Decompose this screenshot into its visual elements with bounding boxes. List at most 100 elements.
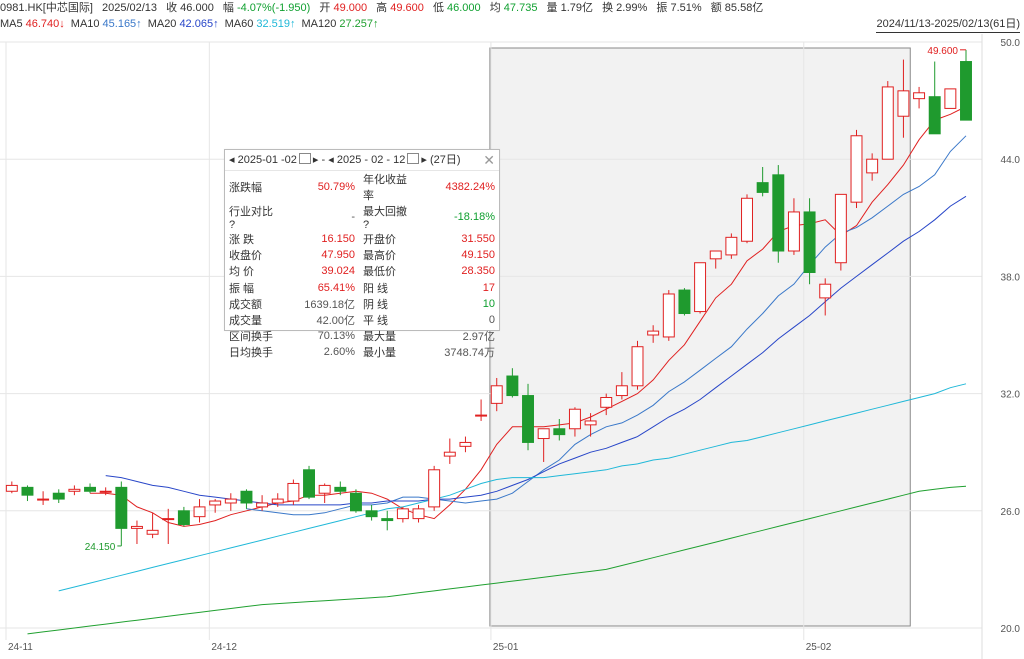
- candle[interactable]: [709, 250, 722, 260]
- selection-range[interactable]: [489, 47, 911, 627]
- ma-legend-item[interactable]: MA10 45.165↑: [71, 16, 142, 32]
- candle[interactable]: [694, 262, 707, 313]
- stat-value: 28.350: [461, 265, 495, 278]
- date-range-label[interactable]: 2024/11/13-2025/02/13(61日): [876, 16, 1020, 33]
- kline-chart[interactable]: 50.0 44.0 38.0 32.0 26.0 20.0 24-11 24-12 25-01 2…: [0, 34, 1024, 659]
- stat-label: 振 幅: [229, 282, 255, 295]
- candle[interactable]: [725, 236, 738, 256]
- candle[interactable]: [897, 90, 910, 117]
- candle[interactable]: [303, 469, 315, 498]
- candle[interactable]: [866, 158, 879, 174]
- next-end-icon[interactable]: ▸: [421, 154, 427, 166]
- x-tick-label: 25-01: [493, 642, 519, 653]
- prev-end-icon[interactable]: ◂: [328, 154, 334, 166]
- candle[interactable]: [146, 529, 159, 535]
- candle[interactable]: [130, 525, 143, 529]
- stat-value: 10: [482, 297, 495, 310]
- turnover-field: 换 2.99%: [602, 0, 647, 16]
- candle[interactable]: [960, 61, 972, 121]
- next-start-icon[interactable]: ▸: [313, 154, 319, 166]
- candle[interactable]: [84, 486, 97, 492]
- ma-label: MA120: [301, 18, 337, 30]
- candle[interactable]: [177, 510, 190, 525]
- candle[interactable]: [412, 508, 425, 520]
- candle[interactable]: [584, 420, 597, 426]
- ma-legend-item[interactable]: MA20 42.065↑: [148, 16, 219, 32]
- candle[interactable]: [52, 492, 65, 500]
- candle[interactable]: [772, 174, 785, 252]
- candle[interactable]: [522, 395, 534, 443]
- candle[interactable]: [615, 385, 628, 397]
- candle[interactable]: [193, 506, 206, 518]
- candle[interactable]: [850, 135, 863, 203]
- candle[interactable]: [803, 211, 816, 273]
- candle[interactable]: [631, 346, 644, 387]
- candle[interactable]: [162, 518, 175, 521]
- calendar-icon[interactable]: [298, 153, 311, 164]
- candle[interactable]: [21, 486, 34, 496]
- stats-row: 振 幅 65.41% 阳 线 17: [225, 280, 499, 296]
- calendar-icon[interactable]: [407, 153, 420, 164]
- candle[interactable]: [819, 283, 832, 299]
- candle[interactable]: [913, 92, 926, 100]
- candle[interactable]: [881, 86, 894, 160]
- turnover-value: 2.99%: [616, 2, 648, 14]
- stat-value: 31.550: [461, 233, 495, 246]
- close-icon[interactable]: ✕: [483, 150, 495, 170]
- candle[interactable]: [662, 293, 675, 338]
- candle[interactable]: [68, 488, 81, 492]
- candle[interactable]: [443, 451, 456, 457]
- candle[interactable]: [396, 508, 409, 520]
- change-field: 幅 -4.07%(-1.950): [223, 0, 310, 16]
- candle[interactable]: [271, 498, 284, 504]
- open-label: 开: [319, 2, 331, 14]
- stock-symbol[interactable]: 0981.HK[中芯国际]: [0, 0, 93, 16]
- ma-legend: MA5 46.740↓ MA10 45.165↑ MA20 42.065↑ MA60 32.5…: [0, 16, 1024, 32]
- candle[interactable]: [475, 414, 488, 417]
- candle[interactable]: [318, 484, 331, 494]
- candle[interactable]: [928, 96, 941, 135]
- candle[interactable]: [600, 397, 613, 408]
- candle[interactable]: [756, 182, 769, 193]
- stat-label: 成交额: [229, 298, 262, 311]
- candle[interactable]: [428, 469, 441, 508]
- stat-label: 最高价: [363, 250, 396, 263]
- candle[interactable]: [287, 482, 300, 502]
- candle[interactable]: [647, 330, 660, 336]
- candle[interactable]: [240, 490, 253, 504]
- candle[interactable]: [365, 510, 378, 518]
- ma-legend-item[interactable]: MA60 32.519↑: [225, 16, 296, 32]
- candle[interactable]: [209, 500, 222, 506]
- candle[interactable]: [37, 498, 50, 501]
- candle[interactable]: [381, 518, 394, 522]
- turnover-label: 换: [602, 2, 614, 14]
- candle[interactable]: [944, 88, 957, 109]
- open-value: 49.000: [333, 2, 368, 14]
- candle[interactable]: [115, 486, 128, 529]
- candle[interactable]: [678, 289, 691, 315]
- candle[interactable]: [5, 484, 18, 492]
- stat-value: 2.97亿: [462, 331, 495, 344]
- candle[interactable]: [537, 428, 550, 440]
- ma-legend-item[interactable]: MA120 27.257↑: [302, 16, 379, 32]
- candle[interactable]: [459, 441, 472, 447]
- candle[interactable]: [834, 193, 847, 264]
- candle[interactable]: [256, 502, 269, 508]
- prev-start-icon[interactable]: ◂: [229, 154, 235, 166]
- candle[interactable]: [741, 197, 753, 242]
- candle[interactable]: [334, 486, 347, 492]
- candle[interactable]: [787, 211, 800, 252]
- ma-legend-item[interactable]: MA5 46.740↓: [0, 16, 65, 32]
- candle[interactable]: [349, 492, 362, 512]
- high-field: 高 49.600: [376, 0, 424, 16]
- candle[interactable]: [553, 428, 566, 436]
- candle[interactable]: [490, 385, 503, 404]
- start-date[interactable]: 2025-01 -02: [238, 150, 297, 170]
- candle[interactable]: [568, 408, 581, 430]
- candle[interactable]: [99, 490, 112, 493]
- stat-value: 39.024: [321, 265, 355, 278]
- candle[interactable]: [506, 375, 519, 397]
- end-date[interactable]: 2025 - 02 - 12: [337, 150, 406, 170]
- stat-value: -: [351, 211, 355, 223]
- candle[interactable]: [224, 498, 237, 504]
